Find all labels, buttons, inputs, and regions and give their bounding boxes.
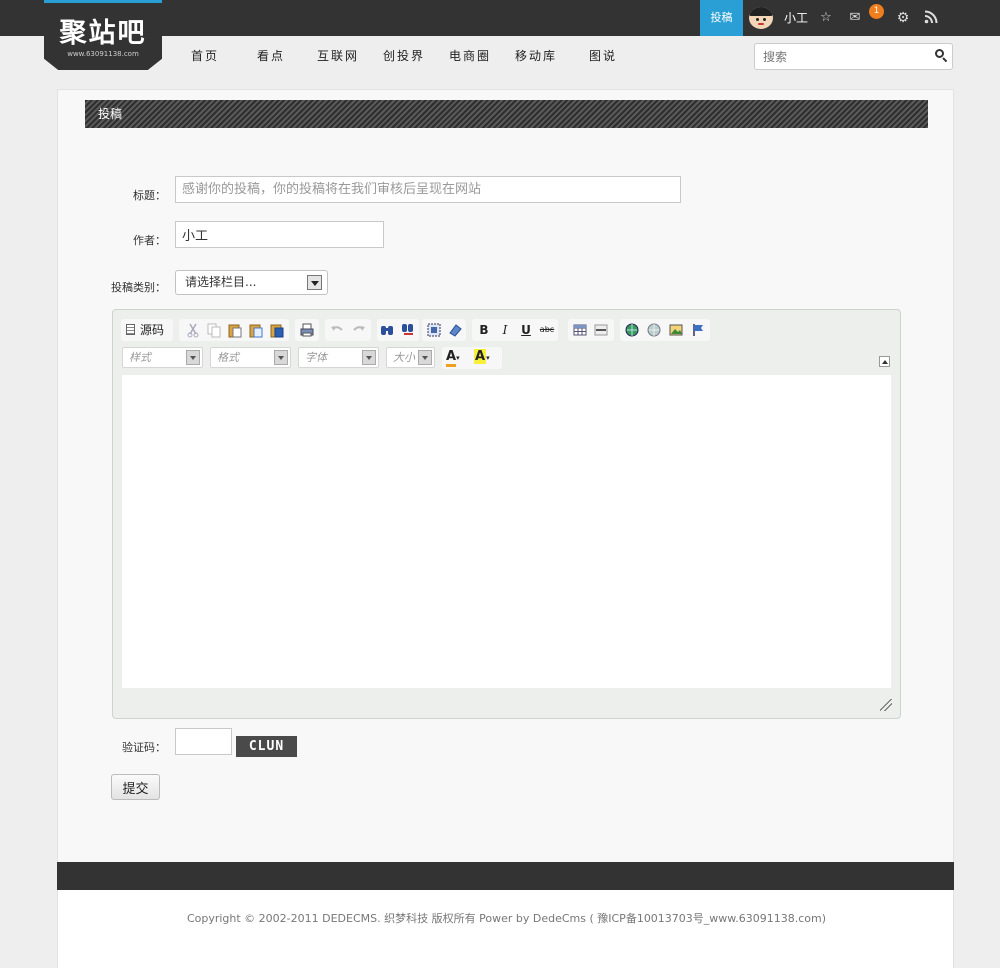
source-button[interactable]: 源码: [126, 320, 164, 340]
toolbar-group-clipboard: [179, 319, 289, 341]
footer: Copyright © 2002-2011 DEDECMS. 织梦科技 版权所有…: [57, 890, 954, 968]
author-label: 作者：: [133, 234, 166, 247]
source-icon: [126, 324, 135, 335]
editor-content-area[interactable]: [122, 375, 891, 688]
panel-title: 投稿: [98, 107, 123, 121]
source-label: 源码: [140, 323, 165, 337]
undo-icon[interactable]: [329, 322, 345, 338]
style-combo[interactable]: 样式: [122, 347, 203, 368]
gear-icon[interactable]: ⚙: [895, 10, 911, 26]
find-icon[interactable]: [379, 322, 395, 338]
footer-bar: [57, 862, 954, 890]
toolbar-group-insert: [568, 319, 614, 341]
redo-icon[interactable]: [351, 322, 367, 338]
underline-icon[interactable]: U: [518, 322, 534, 338]
toolbar-group-links: [620, 319, 710, 341]
font-combo[interactable]: 字体: [298, 347, 379, 368]
search-input[interactable]: [763, 47, 923, 67]
copy-icon[interactable]: [206, 322, 222, 338]
submit-button[interactable]: 提交: [111, 774, 160, 800]
table-icon[interactable]: [572, 322, 588, 338]
captcha-image[interactable]: CLUN: [236, 736, 297, 757]
unlink-icon[interactable]: [646, 322, 662, 338]
captcha-label: 验证码：: [122, 741, 166, 754]
logo-domain: www.63091138.com: [67, 50, 139, 58]
italic-icon[interactable]: I: [497, 322, 513, 338]
chevron-down-icon: [307, 275, 322, 290]
remove-format-icon[interactable]: [447, 322, 463, 338]
text-color-icon[interactable]: A▾: [446, 349, 470, 367]
anchor-icon[interactable]: [690, 322, 706, 338]
star-icon[interactable]: ☆: [818, 10, 834, 26]
image-icon[interactable]: [668, 322, 684, 338]
nav-item-venture[interactable]: 创投界: [383, 36, 425, 77]
size-combo[interactable]: 大小: [386, 347, 435, 368]
captcha-input[interactable]: [175, 728, 232, 755]
rss-icon[interactable]: [923, 10, 939, 26]
toolbar-group-select: [422, 319, 466, 341]
cut-icon[interactable]: [185, 322, 201, 338]
print-icon[interactable]: [299, 322, 315, 338]
toolbar-group-print: [295, 319, 319, 341]
submission-panel: 投稿 标题： 作者： 投稿类别： 请选择栏目... 源码: [57, 89, 954, 865]
nav-item-highlights[interactable]: 看点: [257, 36, 285, 77]
category-select[interactable]: 请选择栏目...: [175, 270, 328, 295]
toolbar-group-find: [377, 319, 419, 341]
notification-badge: 1: [869, 4, 884, 19]
font-combo-label: 字体: [305, 351, 327, 364]
panel-header: 投稿: [85, 100, 928, 128]
toolbar-group-basic-styles: B I U abc: [472, 319, 558, 341]
size-combo-label: 大小: [393, 351, 415, 364]
copyright-text: Copyright © 2002-2011 DEDECMS. 织梦科技 版权所有…: [186, 912, 827, 925]
strike-icon[interactable]: abc: [539, 322, 555, 338]
chevron-down-icon: [362, 350, 376, 365]
logo-title: 聚站吧: [59, 18, 147, 49]
link-icon[interactable]: [624, 322, 640, 338]
avatar[interactable]: [749, 7, 773, 29]
category-label: 投稿类别：: [111, 281, 166, 294]
title-input[interactable]: [175, 176, 681, 203]
search-icon[interactable]: [935, 49, 949, 63]
chevron-down-icon: [418, 350, 432, 365]
horizontal-rule-icon[interactable]: [593, 322, 609, 338]
category-selected: 请选择栏目...: [185, 275, 257, 289]
nav-item-ecommerce[interactable]: 电商圈: [449, 36, 491, 77]
nav-item-home[interactable]: 首页: [191, 36, 219, 77]
search-box: [754, 43, 953, 70]
resize-handle-icon[interactable]: [880, 699, 892, 711]
nav-item-internet[interactable]: 互联网: [317, 36, 359, 77]
style-combo-label: 样式: [129, 351, 151, 364]
collapse-toolbar-icon[interactable]: [879, 356, 890, 367]
paste-text-icon[interactable]: [248, 322, 264, 338]
replace-icon[interactable]: [400, 322, 416, 338]
rich-text-editor: 源码 B I U abc 样式 格式 字体 大小 A▾ A▾: [112, 309, 901, 719]
select-all-icon[interactable]: [426, 322, 442, 338]
submit-article-button[interactable]: 投稿: [700, 0, 743, 36]
bold-icon[interactable]: B: [476, 322, 492, 338]
author-input[interactable]: [175, 221, 384, 248]
paste-word-icon[interactable]: [269, 322, 285, 338]
site-logo[interactable]: 聚站吧 www.63091138.com: [44, 0, 162, 70]
title-label: 标题：: [133, 189, 166, 202]
toolbar-group-history: [325, 319, 371, 341]
format-combo[interactable]: 格式: [210, 347, 291, 368]
format-combo-label: 格式: [217, 351, 239, 364]
username-link[interactable]: 小工: [784, 0, 808, 36]
toolbar-group-colors: A▾ A▾: [442, 347, 502, 369]
chevron-down-icon: [186, 350, 200, 365]
bg-color-icon[interactable]: A▾: [474, 349, 498, 365]
mail-icon[interactable]: ✉: [847, 10, 863, 26]
chevron-down-icon: [274, 350, 288, 365]
nav-item-pictures[interactable]: 图说: [589, 36, 617, 77]
nav-item-mobile[interactable]: 移动库: [515, 36, 557, 77]
paste-icon[interactable]: [227, 322, 243, 338]
